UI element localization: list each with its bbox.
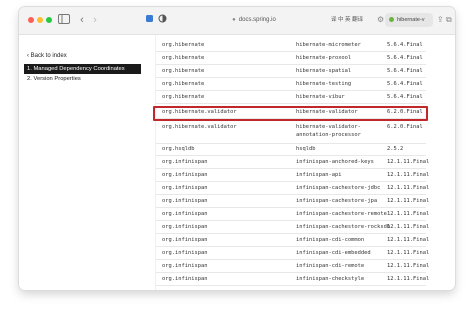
artifact-id-cell: infinispan-cachestore-rocksdb	[296, 224, 391, 230]
artifact-id-cell: hibernate-proxool	[296, 55, 352, 61]
close-window-button[interactable]	[28, 17, 34, 23]
table-row: org.hibernate hibernate-micrometer 5.6.4.F…	[156, 39, 426, 52]
group-id-cell: org.hibernate	[162, 94, 205, 100]
back-to-index-label: Back to index	[30, 53, 67, 59]
address-bar[interactable]: ● docs.spring.io	[194, 13, 314, 27]
share-icon[interactable]: ⇪	[437, 14, 444, 26]
artifact-id-cell: hibernate-vibur	[296, 94, 345, 100]
group-id-cell: org.infinispan	[162, 250, 208, 256]
version-cell: 12.1.11.Final	[387, 198, 430, 204]
version-cell: 12.1.11.Final	[387, 211, 430, 217]
group-id-cell: org.hibernate	[162, 68, 205, 74]
artifact-id-cell: hibernate-testing	[296, 81, 352, 87]
artifact-id-cell: hibernate-spatial	[296, 68, 352, 74]
tab-current[interactable]: hibernate-v	[385, 13, 433, 27]
version-cell: 5.6.4.Final	[387, 81, 423, 87]
table-row: org.infinispan infinispan-api 12.1.11.Fina…	[156, 169, 430, 182]
table-row: org.infinispan infinispan-checkstyle 12.1.…	[156, 273, 430, 286]
group-id-cell: org.infinispan	[162, 172, 208, 178]
artifact-id-cell: infinispan-cdi-common	[296, 237, 365, 243]
version-cell: 12.1.11.Final	[387, 172, 430, 178]
table-row: org.infinispan infinispan-anchored-keys 12…	[156, 156, 430, 169]
group-id-cell: org.hibernate	[162, 81, 205, 87]
group-id-cell: org.hsqldb	[162, 146, 195, 152]
address-url: docs.spring.io	[238, 17, 276, 23]
artifact-id-cell: infinispan-api	[296, 172, 342, 178]
version-cell: 12.1.11.Final	[387, 250, 430, 256]
version-cell: 12.1.11.Final	[387, 276, 430, 282]
table-row: org.infinispan infinispan-cdi-embedded 12.…	[156, 247, 430, 260]
version-cell: 5.6.4.Final	[387, 55, 423, 61]
version-cell: 12.1.11.Final	[387, 237, 430, 243]
artifact-id-cell: infinispan-cachestore-jdbc	[296, 185, 381, 191]
artifact-id-cell: infinispan-anchored-keys	[296, 159, 374, 165]
table-row: org.hibernate hibernate-vibur 5.6.4.Final	[156, 91, 426, 104]
group-id-cell: org.hibernate.validator	[162, 124, 237, 130]
artifact-id-cell: infinispan-cdi-remote	[296, 263, 365, 269]
shield-icon[interactable]	[157, 14, 167, 26]
version-cell: 6.2.0.Final	[387, 124, 423, 130]
gear-icon[interactable]: ⚙	[377, 14, 384, 26]
version-cell: 12.1.11.Final	[387, 224, 430, 230]
table-row: org.hibernate hibernate-testing 5.6.4.Fina…	[156, 78, 426, 91]
group-id-cell: org.infinispan	[162, 198, 208, 204]
forward-arrow-icon[interactable]: ›	[90, 14, 100, 26]
translate-button[interactable]: 译 中 英 翻译	[331, 13, 363, 27]
browser-toolbar: ‹ › ● docs.spring.io 译 中 英 翻译 ⚙ hibernate…	[19, 7, 455, 35]
artifact-id-cell: infinispan-checkstyle	[296, 276, 365, 282]
table-row: org.hibernate hibernate-spatial 5.6.4.Fina…	[156, 65, 426, 78]
toc-sidebar: ‹ Back to index 1. Managed Dependency Co…	[19, 35, 147, 290]
artifact-id-cell: hsqldb	[296, 146, 316, 152]
tab-title: hibernate-v	[397, 17, 425, 23]
sidebar-toggle-icon[interactable]	[58, 14, 70, 26]
group-id-cell: org.infinispan	[162, 276, 208, 282]
browser-window: ‹ › ● docs.spring.io 译 中 英 翻译 ⚙ hibernate…	[19, 7, 455, 290]
artifact-id-cell: hibernate-micrometer	[296, 42, 361, 48]
minimize-window-button[interactable]	[37, 17, 43, 23]
artifact-id-cell: infinispan-cachestore-remote	[296, 211, 387, 217]
lock-icon: ●	[232, 17, 236, 23]
dependency-table: org.hibernate hibernate-micrometer 5.6.4.F…	[155, 35, 430, 290]
table-row: org.hibernate hibernate-proxool 5.6.4.Fina…	[156, 52, 426, 65]
group-id-cell: org.infinispan	[162, 263, 208, 269]
extension-icon[interactable]	[144, 14, 154, 26]
version-cell: 12.1.11.Final	[387, 185, 430, 191]
table-row: org.hibernate.validator hibernate-validat…	[156, 120, 426, 144]
group-id-cell: org.hibernate	[162, 55, 205, 61]
artifact-id-cell: infinispan-cdi-embedded	[296, 250, 371, 256]
artifact-id-line: hibernate-validator-	[296, 124, 361, 130]
highlight-box	[153, 106, 428, 121]
toc-item-managed-dependency[interactable]: 1. Managed Dependency Coordinates	[24, 64, 141, 74]
group-id-cell: org.hibernate	[162, 42, 205, 48]
group-id-cell: org.infinispan	[162, 211, 208, 217]
spring-favicon-icon	[389, 17, 394, 23]
table-row: org.infinispan infinispan-cachestore-remo…	[156, 208, 430, 221]
version-cell: 5.6.4.Final	[387, 94, 423, 100]
table-row: org.infinispan infinispan-cdi-common 12.1.…	[156, 234, 430, 247]
zoom-window-button[interactable]	[46, 17, 52, 23]
table-row: org.infinispan infinispan-cachestore-rock…	[156, 221, 430, 234]
version-cell: 12.1.11.Final	[387, 263, 430, 269]
artifact-id-cell: infinispan-cachestore-jpa	[296, 198, 378, 204]
artifact-id-line: annotation-processor	[296, 132, 361, 138]
scrollbar[interactable]	[449, 35, 453, 290]
version-cell: 12.1.11.Final	[387, 159, 430, 165]
table-row: org.infinispan infinispan-cachestore-jpa 1…	[156, 195, 430, 208]
version-cell: 5.6.4.Final	[387, 42, 423, 48]
group-id-cell: org.infinispan	[162, 159, 208, 165]
group-id-cell: org.infinispan	[162, 224, 208, 230]
artifact-id-cell: hibernate-validator-annotation-processor	[296, 123, 361, 139]
back-arrow-icon[interactable]: ‹	[77, 14, 87, 26]
table-row: org.infinispan infinispan-cachestore-jdbc…	[156, 182, 430, 195]
group-id-cell: org.infinispan	[162, 237, 208, 243]
back-to-index-link[interactable]: ‹ Back to index	[27, 53, 67, 59]
toc-item-version-properties[interactable]: 2. Version Properties	[24, 74, 141, 84]
group-id-cell: org.infinispan	[162, 185, 208, 191]
tab-overview-icon[interactable]: ⧉	[446, 14, 452, 26]
table-row: org.hsqldb hsqldb 2.5.2	[156, 143, 426, 156]
table-row: org.infinispan infinispan-cdi-remote 12.1.…	[156, 260, 430, 273]
version-cell: 2.5.2	[387, 146, 404, 152]
version-cell: 5.6.4.Final	[387, 68, 423, 74]
